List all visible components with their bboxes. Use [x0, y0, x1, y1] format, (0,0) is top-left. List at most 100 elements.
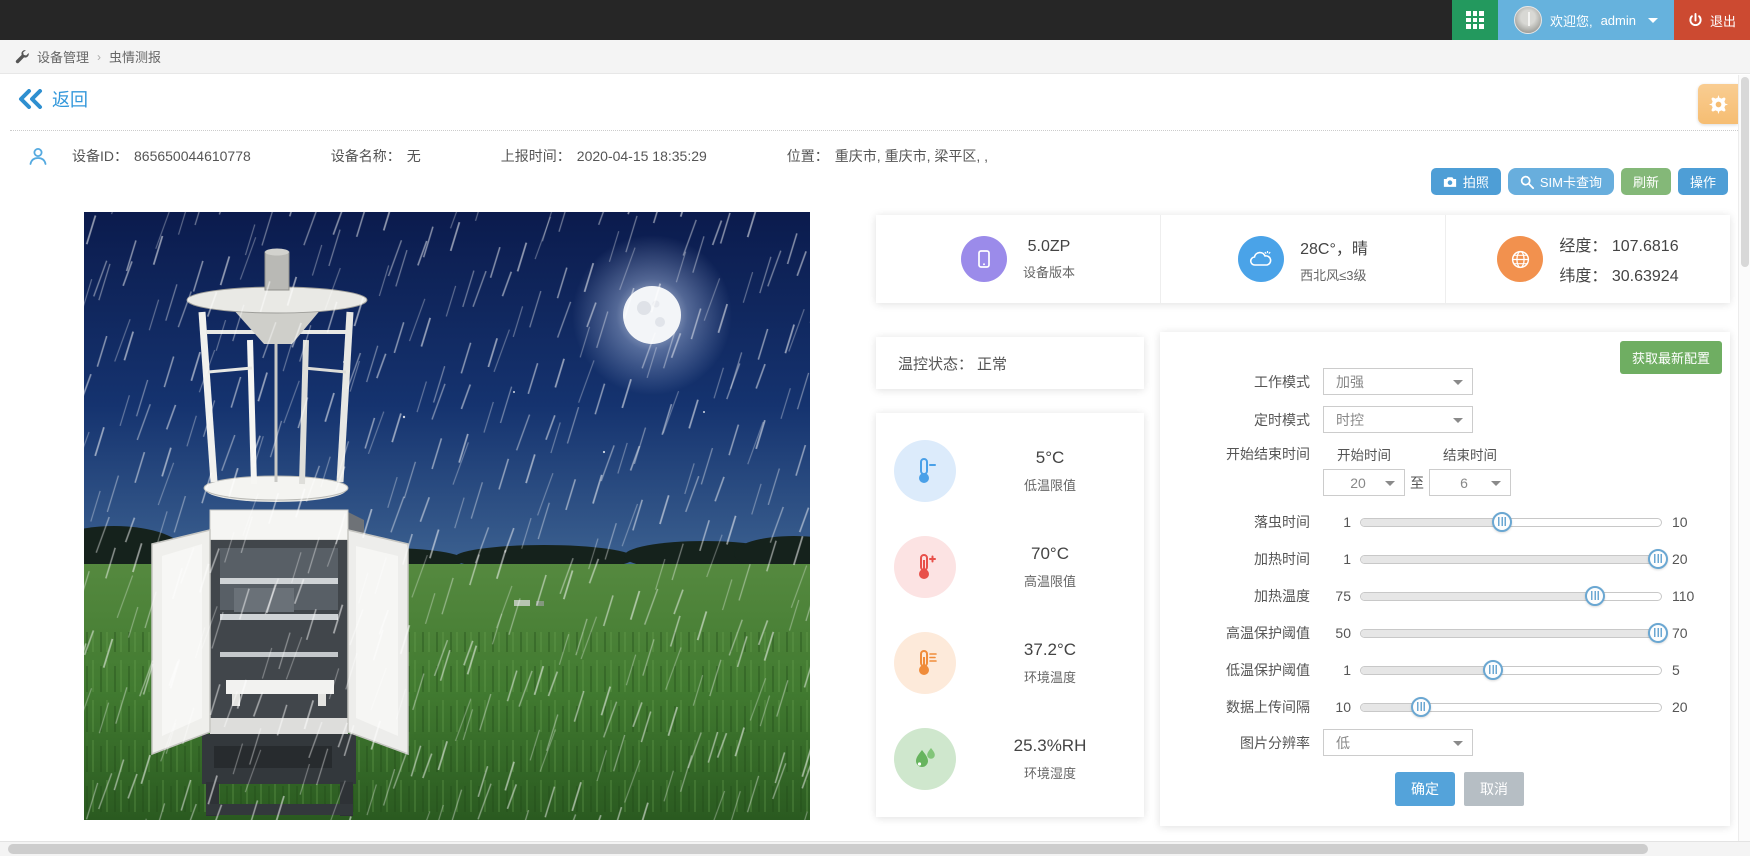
horizontal-scrollbar[interactable]	[0, 841, 1750, 856]
fetch-config-button[interactable]: 获取最新配置	[1620, 341, 1722, 374]
double-chevron-left-icon	[18, 89, 44, 109]
chevron-down-icon	[1453, 418, 1463, 423]
start-time-header: 开始时间	[1323, 444, 1405, 464]
logout-label: 退出	[1710, 11, 1736, 30]
action-toolbar: 拍照 SIM卡查询 刷新 操作	[1431, 168, 1728, 195]
location: 位置：重庆市, 重庆市, 梁平区, ,	[787, 146, 988, 166]
slider-row-heating-time: 加热时间 1 20	[1160, 544, 1730, 574]
device-name: 设备名称：无	[331, 146, 421, 166]
thermometer-ambient-icon	[912, 648, 938, 678]
refresh-button[interactable]: 刷新	[1621, 168, 1671, 195]
summary-cards: 5.0ZP设备版本 28C°，晴西北风≤3级 经度： 107.6816 纬度： 3…	[876, 215, 1730, 303]
slider-handle[interactable]	[1585, 586, 1605, 606]
settings-tab-button[interactable]	[1698, 84, 1738, 124]
cloud-icon	[1249, 249, 1273, 269]
period-label: 开始结束时间	[1160, 444, 1310, 464]
high-temp-protect-slider[interactable]	[1360, 629, 1662, 638]
weather-card: 28C°，晴西北风≤3级	[1161, 215, 1446, 303]
work-mode-select[interactable]: 加强	[1323, 368, 1473, 395]
report-time: 上报时间：2020-04-15 18:35:29	[501, 146, 707, 166]
cancel-button[interactable]: 取消	[1464, 772, 1524, 806]
breadcrumb-item-pest-report: 虫情测报	[109, 47, 161, 66]
back-button[interactable]: 返回	[18, 86, 88, 112]
sensor-readings: 5°C低温限值 70°C高温限值 37.2°C环境温度 25.3%RH环境湿度	[876, 413, 1144, 817]
chevron-down-icon	[1648, 18, 1658, 23]
camera-icon	[1443, 176, 1457, 188]
chevron-down-icon	[1453, 741, 1463, 746]
avatar	[1514, 6, 1542, 34]
qr-code-button[interactable]	[1452, 0, 1498, 40]
sensor-row-ambient-temp: 37.2°C环境温度	[876, 632, 1144, 694]
device-info-row: 设备ID：865650044610778 设备名称：无 上报时间：2020-04…	[28, 146, 988, 166]
resolution-select[interactable]: 低	[1323, 729, 1473, 756]
chevron-down-icon	[1453, 380, 1463, 385]
timer-mode-label: 定时模式	[1160, 410, 1310, 430]
version-card: 5.0ZP设备版本	[876, 215, 1161, 303]
search-icon	[1520, 175, 1534, 189]
device-id: 设备ID：865650044610778	[72, 146, 251, 166]
config-form: 获取最新配置 工作模式 加强 定时模式 时控 开始结束时间 开始时间 结束时间	[1160, 332, 1730, 826]
coordinates-card: 经度： 107.6816 纬度： 30.63924	[1446, 215, 1730, 303]
photo-button[interactable]: 拍照	[1431, 168, 1501, 195]
slider-row-heating-temp: 加热温度 75 110	[1160, 581, 1730, 611]
globe-icon	[1510, 249, 1531, 270]
timer-mode-select[interactable]: 时控	[1323, 406, 1473, 433]
power-icon	[1688, 13, 1703, 28]
status-value: 正常	[977, 353, 1007, 374]
chevron-down-icon	[1491, 481, 1501, 486]
operate-button[interactable]: 操作	[1678, 168, 1728, 195]
thermometer-low-icon	[912, 456, 938, 486]
phone-icon	[974, 249, 994, 269]
end-time-header: 结束时间	[1429, 444, 1511, 464]
logout-button[interactable]: 退出	[1674, 0, 1750, 40]
resolution-label: 图片分辨率	[1160, 733, 1310, 753]
slider-row-upload-interval: 数据上传间隔 10 20	[1160, 692, 1730, 722]
slider-handle[interactable]	[1411, 697, 1431, 717]
username: admin	[1601, 13, 1636, 28]
qr-code-icon	[1466, 11, 1484, 29]
welcome-text: 欢迎您,	[1550, 11, 1593, 30]
breadcrumb-separator: ›	[97, 50, 101, 64]
temp-control-status: 温控状态： 正常	[876, 337, 1144, 389]
pest-monitor-page: 欢迎您, admin 退出 设备管理 › 虫情测报 返回 设备ID：865650…	[0, 0, 1750, 856]
slider-handle[interactable]	[1483, 660, 1503, 680]
device-photo	[84, 212, 810, 820]
slider-handle[interactable]	[1648, 549, 1668, 569]
slider-handle[interactable]	[1648, 623, 1668, 643]
start-time-select[interactable]: 20	[1323, 469, 1405, 496]
user-icon	[28, 146, 48, 166]
work-mode-label: 工作模式	[1160, 372, 1310, 392]
to-label: 至	[1405, 473, 1429, 493]
back-label: 返回	[52, 86, 88, 112]
slider-row-insect-drop-time: 落虫时间 1 10	[1160, 507, 1730, 537]
slider-row-high-temp-protect: 高温保护阈值 50 70	[1160, 618, 1730, 648]
insect-drop-time-slider[interactable]	[1360, 518, 1662, 527]
thermometer-high-icon	[912, 552, 938, 582]
humidity-drops-icon	[910, 744, 940, 774]
topbar: 欢迎您, admin 退出	[0, 0, 1750, 40]
user-menu[interactable]: 欢迎您, admin	[1498, 0, 1674, 40]
sensor-row-high-temp: 70°C高温限值	[876, 536, 1144, 598]
heating-time-slider[interactable]	[1360, 555, 1662, 564]
confirm-button[interactable]: 确定	[1395, 772, 1455, 806]
low-temp-protect-slider[interactable]	[1360, 666, 1662, 675]
dotted-divider	[10, 130, 1740, 131]
sim-query-button[interactable]: SIM卡查询	[1508, 168, 1614, 195]
breadcrumb: 设备管理 › 虫情测报	[0, 40, 1750, 74]
horizontal-scrollbar-thumb[interactable]	[8, 844, 1648, 854]
breadcrumb-item-device-mgmt[interactable]: 设备管理	[37, 47, 89, 66]
sensor-row-low-temp: 5°C低温限值	[876, 440, 1144, 502]
slider-row-low-temp-protect: 低温保护阈值 1 5	[1160, 655, 1730, 685]
slider-handle[interactable]	[1492, 512, 1512, 532]
vertical-scrollbar-thumb[interactable]	[1741, 77, 1749, 267]
heating-temp-slider[interactable]	[1360, 592, 1662, 601]
vertical-scrollbar[interactable]	[1738, 75, 1750, 841]
wrench-icon	[14, 49, 29, 64]
longitude: 经度： 107.6816	[1559, 232, 1678, 256]
chevron-down-icon	[1385, 481, 1395, 486]
sensor-row-humidity: 25.3%RH环境湿度	[876, 728, 1144, 790]
upload-interval-slider[interactable]	[1360, 703, 1662, 712]
gear-icon	[1709, 95, 1728, 114]
end-time-select[interactable]: 6	[1429, 469, 1511, 496]
latitude: 纬度： 30.63924	[1559, 262, 1678, 286]
